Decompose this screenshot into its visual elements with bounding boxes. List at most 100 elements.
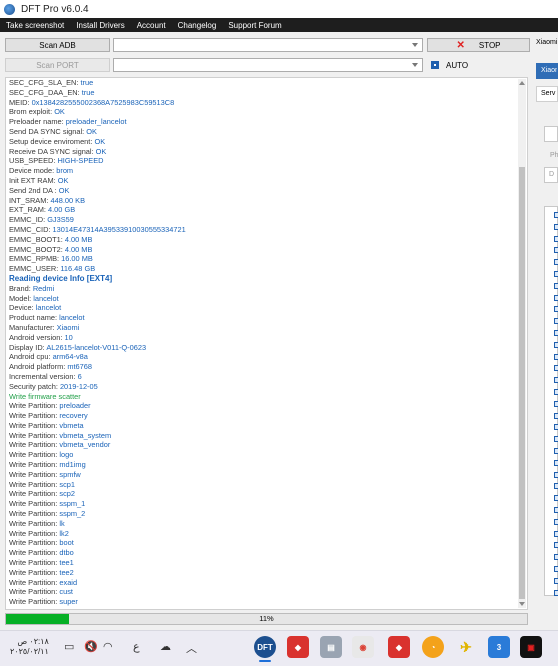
log-label: Write Partition: xyxy=(9,499,60,509)
chevron-up-icon[interactable]: ︿ xyxy=(186,640,197,656)
log-label: Model: xyxy=(9,293,34,303)
red-app-icon[interactable]: ▣ xyxy=(520,636,542,658)
log-line: Incremental version: 6 xyxy=(9,372,514,382)
cloud-icon[interactable]: ☁ xyxy=(160,640,171,653)
taskbar-clock[interactable]: ٠٢:١٨ ص ٢٠٢٥/٠٢/١١ xyxy=(10,637,49,657)
log-line: EMMC_USER: 116.48 GB xyxy=(9,264,514,274)
log-line: Android cpu: arm64-v8a xyxy=(9,352,514,362)
option-checkbox[interactable] xyxy=(554,389,558,395)
wifi-icon[interactable]: ◠ xyxy=(103,640,113,653)
printer-app-icon[interactable]: ▤ xyxy=(320,636,342,658)
log-value: 10 xyxy=(64,332,73,342)
option-checkbox[interactable] xyxy=(554,436,558,443)
option-checkbox[interactable] xyxy=(554,412,558,419)
scroll-down-icon[interactable] xyxy=(519,602,525,606)
right-panel-button[interactable] xyxy=(544,126,558,142)
option-checkbox[interactable] xyxy=(554,377,558,384)
log-label: Setup device enviroment: xyxy=(9,136,95,146)
option-checkbox[interactable] xyxy=(554,554,558,561)
option-checkbox[interactable] xyxy=(554,459,558,466)
log-label: SEC_CFG_DAA_EN: xyxy=(9,87,82,97)
log-value: boot xyxy=(59,538,74,548)
right-panel-input[interactable]: D xyxy=(544,167,558,183)
log-value: 2019-12-05 xyxy=(59,381,98,391)
adb-device-select[interactable] xyxy=(113,38,423,52)
scroll-up-icon[interactable] xyxy=(519,81,525,85)
option-checkbox[interactable] xyxy=(554,271,558,277)
log-label: Android version: xyxy=(9,332,65,342)
log-label: EMMC_USER: xyxy=(9,264,61,274)
option-checkbox[interactable] xyxy=(554,507,558,513)
log-line: Write Partition: vbmeta_system xyxy=(9,431,514,441)
log-label: EMMC_ID: xyxy=(9,215,48,225)
menu-take-screenshot[interactable]: Take screenshot xyxy=(0,21,70,30)
log-scrollbar[interactable] xyxy=(518,79,526,608)
log-line: Model: lancelot xyxy=(9,294,514,304)
stop-button[interactable]: ✕ STOP xyxy=(427,38,530,52)
battery-icon[interactable]: ▭ xyxy=(64,640,74,653)
option-checkbox[interactable] xyxy=(554,247,558,254)
log-value: super xyxy=(59,597,78,607)
option-checkbox[interactable] xyxy=(554,577,558,584)
option-checkbox[interactable] xyxy=(554,518,558,525)
option-checkbox[interactable] xyxy=(554,424,558,431)
option-checkbox[interactable] xyxy=(554,365,558,372)
option-checkbox[interactable] xyxy=(554,235,558,242)
menu-account[interactable]: Account xyxy=(131,21,172,30)
option-checkbox[interactable] xyxy=(554,471,558,478)
option-checkbox[interactable] xyxy=(554,294,558,301)
dft-pro-app-icon[interactable]: DFT xyxy=(254,636,276,658)
chrome-app-icon[interactable]: ◉ xyxy=(352,636,374,658)
option-checkbox[interactable] xyxy=(554,223,558,230)
option-checkbox[interactable] xyxy=(554,341,558,348)
log-line: Write Partition: spmfw xyxy=(9,470,514,480)
log-line: Android platform: mt6768 xyxy=(9,362,514,372)
tab-xiaomi[interactable]: Xiaomi xyxy=(536,39,557,46)
option-checkbox[interactable] xyxy=(554,353,558,360)
auto-checkbox[interactable] xyxy=(431,61,439,69)
log-line: Write Partition: cust xyxy=(9,587,514,597)
log-label: Incremental version: xyxy=(9,371,78,381)
option-checkbox[interactable] xyxy=(554,318,558,325)
log-label: Write Partition: xyxy=(9,577,60,587)
chevron-down-icon xyxy=(412,63,418,67)
option-checkbox[interactable] xyxy=(554,448,558,454)
anydesk-app-icon[interactable]: ◆ xyxy=(287,636,309,658)
option-checkbox[interactable] xyxy=(554,566,558,572)
menu-install-drivers[interactable]: Install Drivers xyxy=(70,21,130,30)
volume-mute-icon[interactable]: 🔇 xyxy=(84,640,98,653)
scroll-thumb[interactable] xyxy=(519,167,525,599)
scan-adb-button[interactable]: Scan ADB xyxy=(5,38,110,52)
option-checkbox[interactable] xyxy=(554,400,558,407)
option-checkbox[interactable] xyxy=(554,330,558,336)
log-value: logo xyxy=(59,450,74,460)
port-select[interactable] xyxy=(113,58,423,72)
option-checkbox[interactable] xyxy=(554,495,558,502)
option-checkbox[interactable] xyxy=(554,483,558,490)
log-line: Write Partition: scp1 xyxy=(9,480,514,490)
option-checkbox[interactable] xyxy=(554,542,558,549)
tab-xiaomi-sub[interactable]: Xiaomi xyxy=(536,63,558,79)
keyboard-language[interactable]: ع xyxy=(133,640,140,653)
option-checkbox[interactable] xyxy=(554,589,558,596)
log-line: Setup device enviroment: OK xyxy=(9,137,514,147)
anydesk-app-icon-2[interactable]: ◆ xyxy=(388,636,410,658)
tool-app-icon[interactable]: ✈ xyxy=(455,636,477,658)
option-checkbox[interactable] xyxy=(554,306,558,313)
blue-app-icon[interactable]: 3 xyxy=(488,636,510,658)
log-value: mt6768 xyxy=(67,362,92,372)
log-label: Receive DA SYNC signal: xyxy=(9,146,96,156)
option-checkbox[interactable] xyxy=(554,259,558,266)
option-checkbox[interactable] xyxy=(554,530,558,537)
log-label: Write Partition: xyxy=(9,548,60,558)
log-label: Manufacturer: xyxy=(9,322,57,332)
log-value: 13014E47314A39533910030555334721 xyxy=(52,224,186,234)
menu-support-forum[interactable]: Support Forum xyxy=(222,21,287,30)
log-label: Android cpu: xyxy=(9,352,53,362)
orange-app-icon[interactable]: ◔ xyxy=(422,636,444,658)
scan-port-button[interactable]: Scan PORT xyxy=(5,58,110,72)
tab-service[interactable]: Serv xyxy=(536,86,558,102)
menu-changelog[interactable]: Changelog xyxy=(172,21,223,30)
option-checkbox[interactable] xyxy=(554,212,558,218)
option-checkbox[interactable] xyxy=(554,282,558,289)
